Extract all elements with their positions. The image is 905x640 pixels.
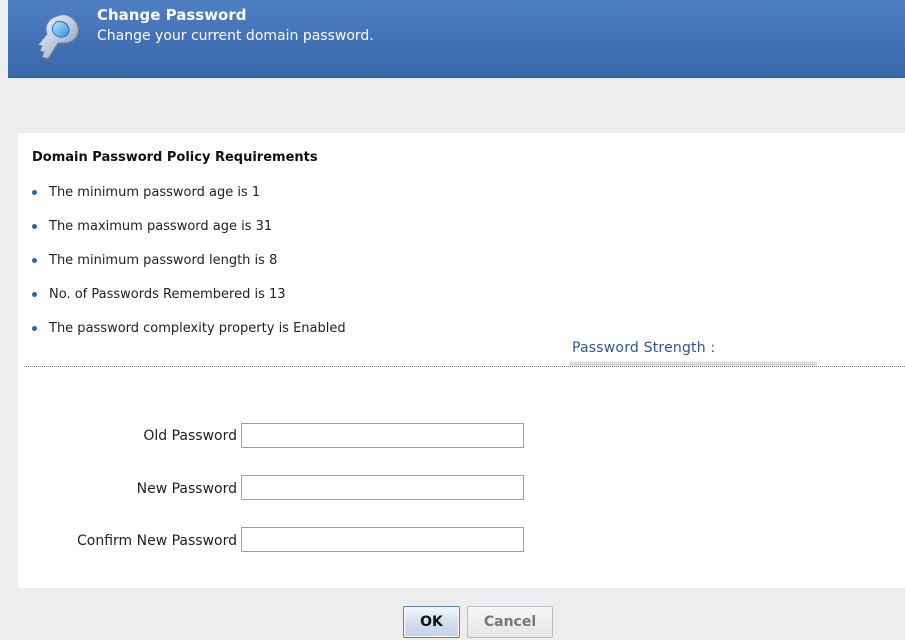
policy-item-text: The minimum password length is 8 — [49, 252, 278, 268]
main-panel: Domain Password Policy Requirements The … — [18, 133, 905, 588]
password-strength-label: Password Strength : — [572, 340, 716, 356]
policy-item: The minimum password length is 8 — [32, 243, 346, 277]
password-strength-meter — [569, 362, 817, 366]
page-title: Change Password — [97, 6, 247, 24]
key-icon — [37, 14, 79, 60]
confirm-password-input[interactable] — [241, 527, 524, 552]
bullet-icon — [32, 257, 37, 263]
cancel-button[interactable]: Cancel — [467, 606, 553, 638]
old-password-label: Old Password — [143, 428, 237, 444]
page-subtitle: Change your current domain password. — [97, 28, 374, 44]
new-password-input[interactable] — [241, 475, 524, 500]
section-divider — [24, 366, 905, 367]
confirm-password-label: Confirm New Password — [76, 533, 237, 549]
policy-item-text: The maximum password age is 31 — [49, 218, 273, 234]
ok-button[interactable]: OK — [403, 606, 460, 638]
page-header: Change Password Change your current doma… — [8, 0, 905, 78]
policy-list: The minimum password age is 1 The maximu… — [32, 183, 346, 345]
policy-heading: Domain Password Policy Requirements — [32, 150, 318, 165]
policy-item: The minimum password age is 1 — [32, 175, 346, 209]
old-password-input[interactable] — [241, 423, 524, 448]
new-password-label: New Password — [136, 481, 237, 497]
policy-item: No. of Passwords Remembered is 13 — [32, 277, 346, 311]
bullet-icon — [32, 291, 37, 297]
bullet-icon — [32, 189, 37, 195]
bullet-icon — [32, 325, 37, 331]
policy-item: The maximum password age is 31 — [32, 209, 346, 243]
policy-item: The password complexity property is Enab… — [32, 311, 346, 345]
policy-item-text: The password complexity property is Enab… — [49, 320, 346, 336]
policy-item-text: No. of Passwords Remembered is 13 — [49, 286, 286, 302]
policy-item-text: The minimum password age is 1 — [49, 184, 261, 200]
bullet-icon — [32, 223, 37, 229]
